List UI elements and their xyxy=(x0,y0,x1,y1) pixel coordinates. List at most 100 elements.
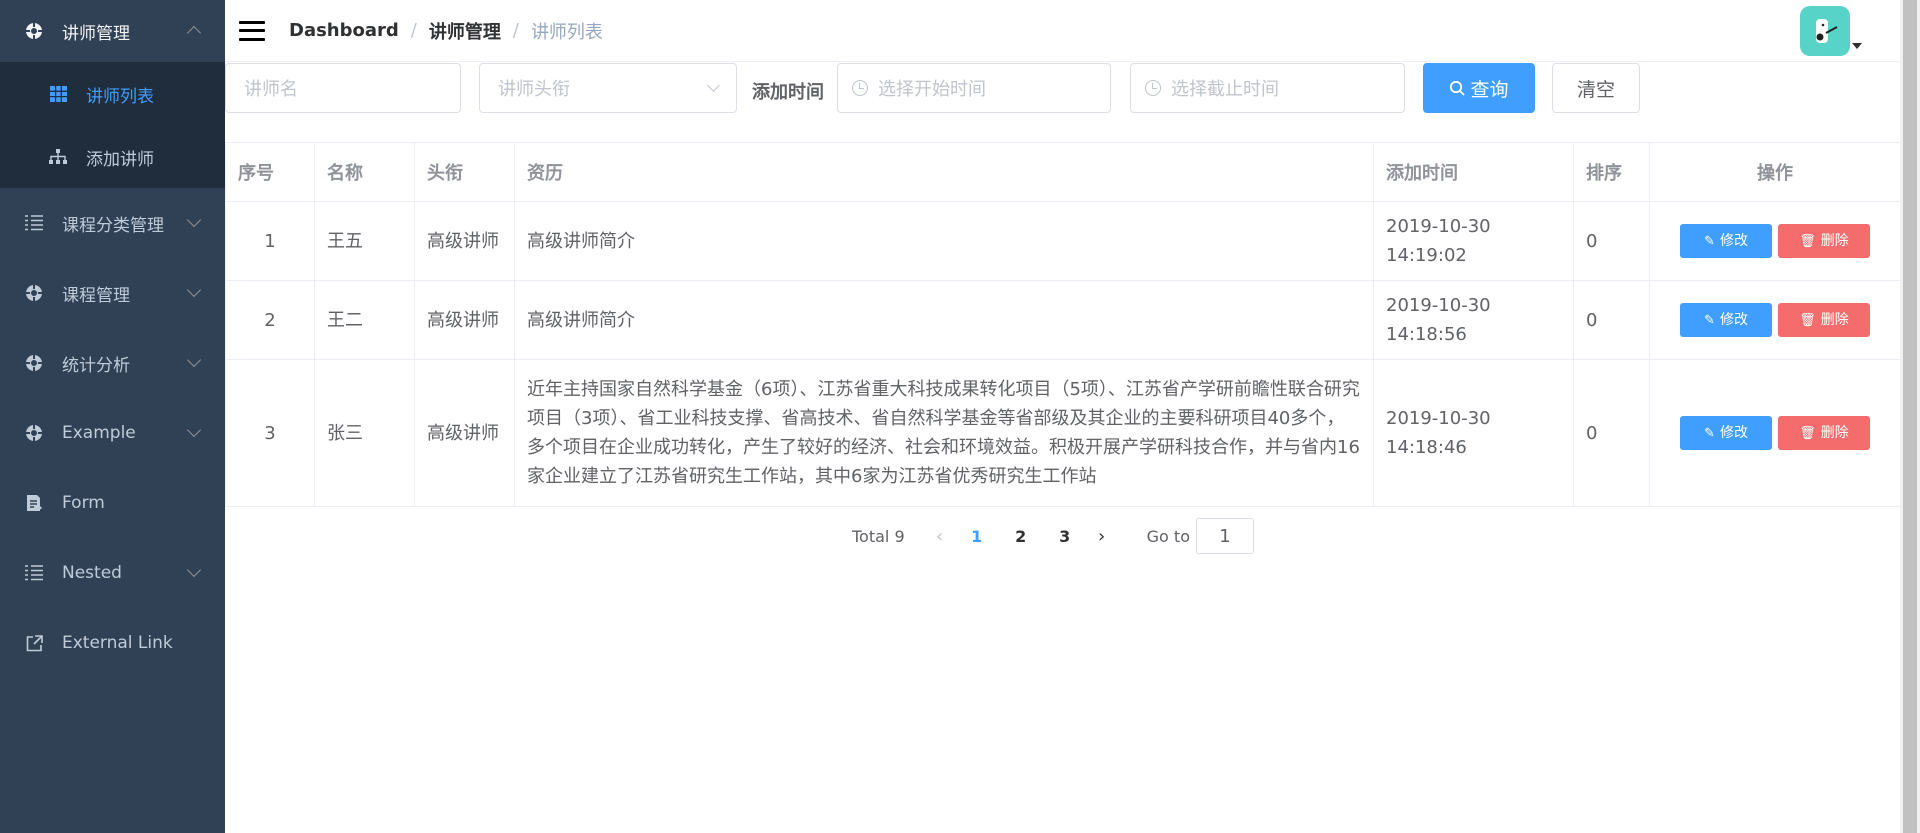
teacher-name-input[interactable]: 讲师名 xyxy=(225,63,461,113)
sidebar-item-label: 讲师管理 xyxy=(62,23,130,44)
start-time-placeholder: 选择开始时间 xyxy=(878,79,986,100)
breadcrumb-separator: / xyxy=(410,20,417,41)
page-number[interactable]: 1 xyxy=(955,527,999,546)
row-title: 高级讲师 xyxy=(414,201,515,281)
table-header-cell: 序号 xyxy=(225,142,315,202)
clock-icon xyxy=(1145,80,1161,96)
delete-label: 删除 xyxy=(1820,424,1849,441)
sidebar-item-label: 课程管理 xyxy=(62,285,130,306)
avatar[interactable] xyxy=(1800,6,1850,56)
sidebar-item-label: 添加讲师 xyxy=(86,149,154,170)
sidebar-item-form[interactable]: Form xyxy=(0,468,225,538)
row-actions: ✎ 修改 🗑 删除 xyxy=(1649,280,1901,360)
chevron-right-icon[interactable]: › xyxy=(1087,526,1117,547)
gear-icon xyxy=(24,21,44,41)
table-header-cell: 添加时间 xyxy=(1373,142,1574,202)
sidebar-item-course-category[interactable]: 课程分类管理 xyxy=(0,188,225,258)
filter-form: 讲师名 讲师头衔 添加时间 选择开始时间 选择截止时间 查询 清空 xyxy=(225,63,1900,143)
teacher-level-select[interactable]: 讲师头衔 xyxy=(479,63,737,113)
sidebar-item-statistics[interactable]: 统计分析 xyxy=(0,328,225,398)
sidebar-item-label: Example xyxy=(62,423,136,443)
breadcrumb-item[interactable]: 讲师管理 xyxy=(429,18,501,44)
edit-icon: ✎ xyxy=(1704,425,1715,441)
table-header-cell: 排序 xyxy=(1573,142,1650,202)
row-sort: 0 xyxy=(1573,201,1650,281)
tree-icon xyxy=(48,147,68,167)
teacher-table: 序号 名称 头衔 资历 添加时间 排序 操作 1 王五 高级讲师 高级讲师简介 … xyxy=(225,142,1901,507)
sidebar-item-course-management[interactable]: 课程管理 xyxy=(0,258,225,328)
edit-icon: ✎ xyxy=(1704,233,1715,249)
row-time: 2019-10-30 14:18:56 xyxy=(1373,280,1574,360)
chevron-down-icon xyxy=(186,352,202,368)
breadcrumb-current: 讲师列表 xyxy=(530,21,603,43)
edit-button[interactable]: ✎ 修改 xyxy=(1680,303,1772,337)
row-title: 高级讲师 xyxy=(414,359,515,507)
hamburger-icon[interactable] xyxy=(239,20,265,41)
row-name: 张三 xyxy=(314,359,415,507)
chevron-down-icon xyxy=(186,422,202,438)
form-icon xyxy=(24,493,44,513)
page-number[interactable]: 3 xyxy=(1043,527,1087,546)
sidebar-item-external-link[interactable]: External Link xyxy=(0,608,225,678)
sidebar-item-label: Nested xyxy=(62,563,122,583)
page-number[interactable]: 2 xyxy=(999,527,1043,546)
sidebar-item-example[interactable]: Example xyxy=(0,398,225,468)
goto-input[interactable] xyxy=(1195,518,1254,554)
sidebar-item-label: Form xyxy=(62,493,105,513)
sidebar-item-teacher-management[interactable]: 讲师管理 xyxy=(0,0,225,62)
scrollbar-thumb[interactable] xyxy=(1903,0,1917,833)
edit-icon: ✎ xyxy=(1704,312,1715,328)
edit-label: 修改 xyxy=(1719,424,1748,441)
row-intro: 高级讲师简介 xyxy=(514,201,1374,281)
row-intro: 近年主持国家自然科学基金（6项）、江苏省重大科技成果转化项目（5项）、江苏省产学… xyxy=(514,359,1374,507)
sidebar-item-teacher-list[interactable]: 讲师列表 xyxy=(0,62,225,126)
caret-down-icon[interactable] xyxy=(1852,43,1862,49)
chevron-down-icon xyxy=(186,212,202,228)
vertical-scrollbar[interactable] xyxy=(1900,0,1920,833)
delete-button[interactable]: 🗑 删除 xyxy=(1778,416,1870,450)
row-index: 1 xyxy=(225,201,315,281)
edit-button[interactable]: ✎ 修改 xyxy=(1680,416,1772,450)
start-time-picker[interactable]: 选择开始时间 xyxy=(837,63,1111,113)
trash-icon: 🗑 xyxy=(1799,425,1816,441)
table-row: 2 王二 高级讲师 高级讲师简介 2019-10-30 14:18:56 0 ✎… xyxy=(225,280,1901,360)
row-name: 王二 xyxy=(314,280,415,360)
delete-button[interactable]: 🗑 删除 xyxy=(1778,224,1870,258)
sidebar-item-add-teacher[interactable]: 添加讲师 xyxy=(0,126,225,188)
avatar-image-icon xyxy=(1816,19,1838,43)
breadcrumb: Dashboard / 讲师管理 / 讲师列表 xyxy=(289,18,603,44)
chevron-up-icon xyxy=(186,25,202,41)
sidebar-item-nested[interactable]: Nested xyxy=(0,538,225,608)
breadcrumb-item[interactable]: Dashboard xyxy=(289,20,399,41)
pagination-total: Total 9 xyxy=(852,526,905,546)
app-root: 讲师管理 讲师列表 添加讲师 课程分类管理 课程管理 统计分析 Example … xyxy=(0,0,1920,833)
chevron-left-icon[interactable]: ‹ xyxy=(925,526,955,547)
sidebar-item-label: 统计分析 xyxy=(62,355,130,376)
table-row: 1 王五 高级讲师 高级讲师简介 2019-10-30 14:19:02 0 ✎… xyxy=(225,201,1901,281)
table-row: 3 张三 高级讲师 近年主持国家自然科学基金（6项）、江苏省重大科技成果转化项目… xyxy=(225,359,1901,507)
trash-icon: 🗑 xyxy=(1799,233,1816,249)
edit-button[interactable]: ✎ 修改 xyxy=(1680,224,1772,258)
breadcrumb-separator: / xyxy=(512,20,519,41)
table-icon xyxy=(48,84,68,104)
row-actions: ✎ 修改 🗑 删除 xyxy=(1649,201,1901,281)
edit-label: 修改 xyxy=(1719,311,1748,328)
row-actions: ✎ 修改 🗑 删除 xyxy=(1649,359,1901,507)
sidebar-item-label: 讲师列表 xyxy=(86,86,154,107)
delete-label: 删除 xyxy=(1820,311,1849,328)
time-label: 添加时间 xyxy=(752,82,824,103)
list-icon xyxy=(24,213,44,233)
clear-button[interactable]: 清空 xyxy=(1552,63,1640,113)
search-icon xyxy=(1450,80,1466,96)
clock-icon xyxy=(852,80,868,96)
pagination: Total 9 ‹ 1 2 3 › Go to xyxy=(852,518,1254,554)
chevron-down-icon xyxy=(707,79,720,92)
teacher-level-placeholder: 讲师头衔 xyxy=(498,79,570,100)
end-time-picker[interactable]: 选择截止时间 xyxy=(1130,63,1405,113)
chevron-down-icon xyxy=(186,282,202,298)
row-sort: 0 xyxy=(1573,359,1650,507)
query-button[interactable]: 查询 xyxy=(1423,63,1535,113)
delete-button[interactable]: 🗑 删除 xyxy=(1778,303,1870,337)
goto-label: Go to xyxy=(1146,526,1190,546)
sidebar: 讲师管理 讲师列表 添加讲师 课程分类管理 课程管理 统计分析 Example … xyxy=(0,0,225,833)
